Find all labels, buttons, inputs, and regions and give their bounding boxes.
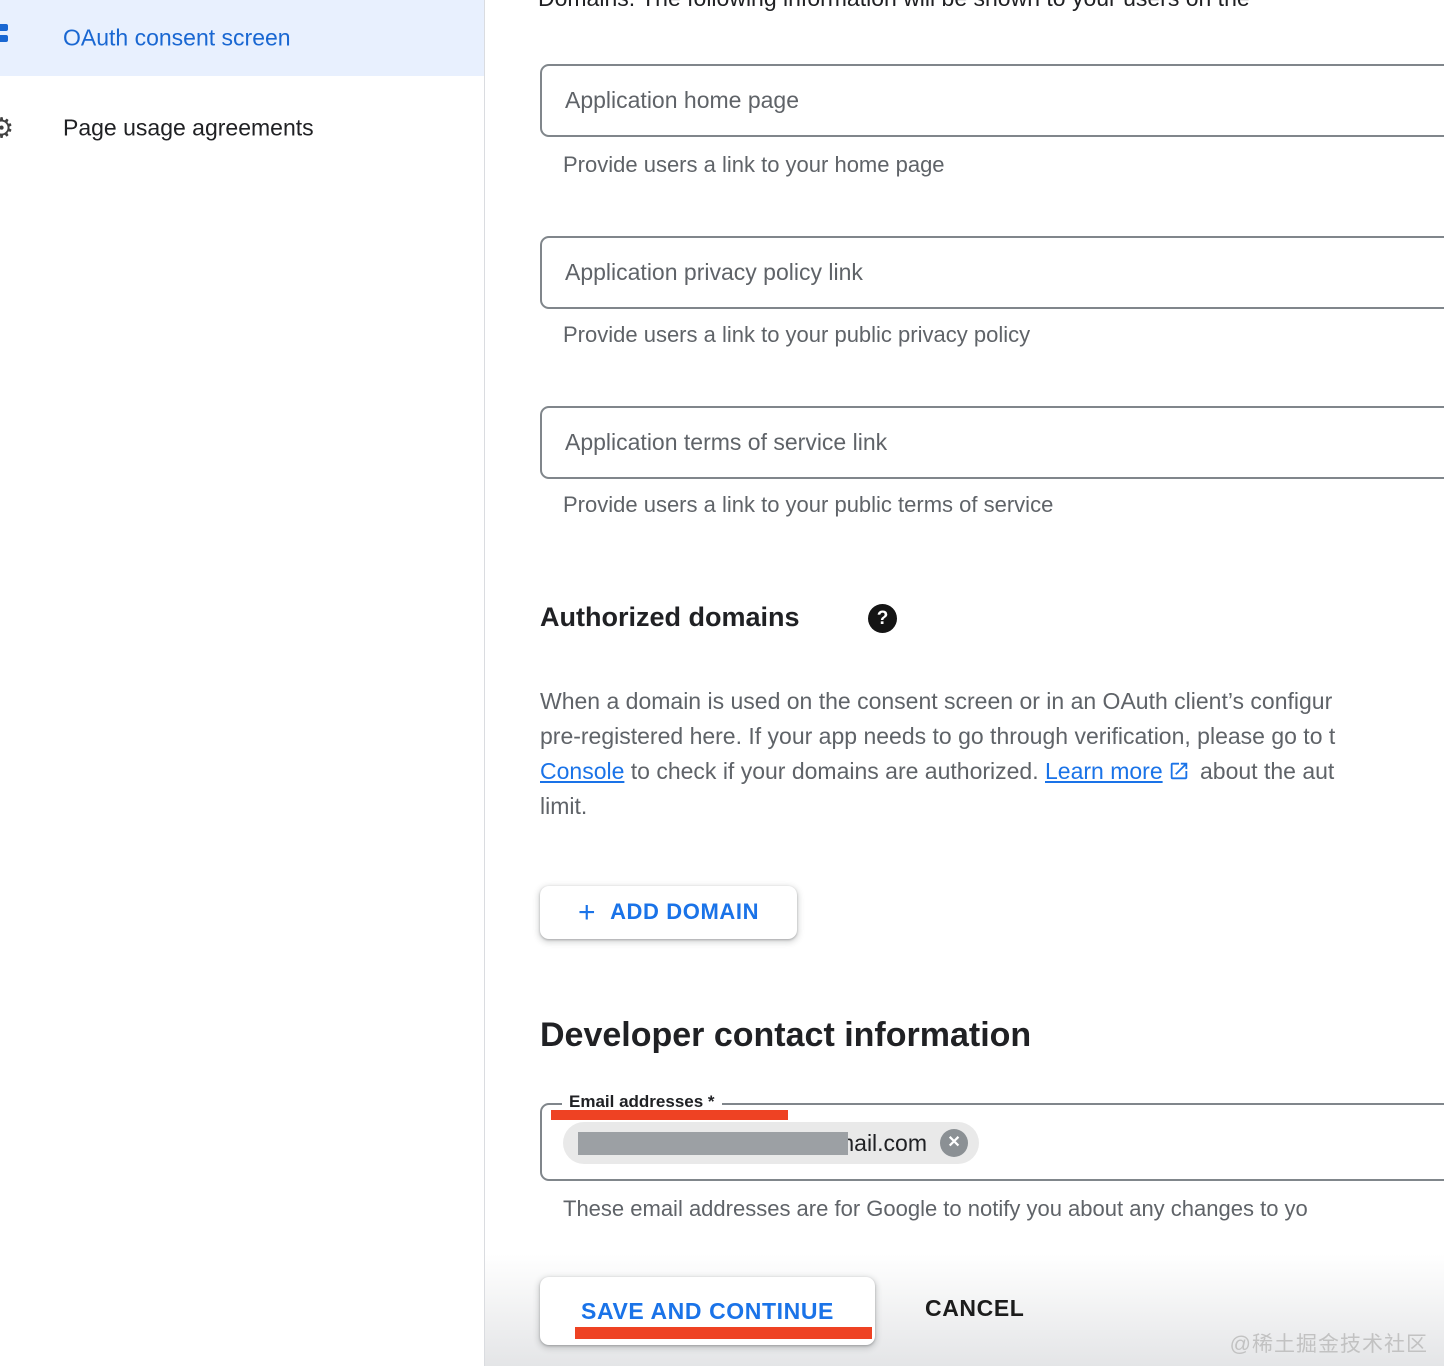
add-domain-label: ADD DOMAIN (610, 899, 759, 924)
oauth-consent-config-page: OAuth consent screen ⚙ Page usage agreem… (0, 0, 1444, 1366)
add-domain-button[interactable]: + ADD DOMAIN (540, 886, 797, 939)
sidebar-item-page-usage-agreements[interactable]: ⚙ Page usage agreements (0, 90, 484, 166)
open-in-new-icon[interactable] (1168, 757, 1190, 779)
privacy-policy-helper-text: Provide users a link to your public priv… (563, 322, 1030, 348)
description-line: Console to check if your domains are aut… (540, 754, 1335, 789)
clipped-intro-text: Domains. The following information will … (538, 0, 1250, 12)
sidebar-item-label: OAuth consent screen (63, 25, 291, 52)
description-text: about the aut (1194, 758, 1335, 784)
authorized-domains-title: Authorized domains (540, 602, 800, 633)
save-button-label: SAVE AND CONTINUE (581, 1298, 834, 1324)
email-addresses-field[interactable]: Email addresses * mail.com ✕ (540, 1103, 1444, 1181)
oauth-consent-icon (0, 24, 8, 46)
sidebar-item-label: Page usage agreements (63, 115, 314, 142)
email-chip: mail.com ✕ (563, 1122, 979, 1164)
email-helper-text: These email addresses are for Google to … (563, 1196, 1308, 1222)
application-home-page-input[interactable] (542, 66, 1444, 135)
privacy-policy-field (540, 236, 1444, 309)
console-link[interactable]: Console (540, 758, 624, 784)
application-home-page-field (540, 64, 1444, 137)
sidebar-item-oauth-consent-screen[interactable]: OAuth consent screen (0, 0, 484, 76)
settings-sidebar: OAuth consent screen ⚙ Page usage agreem… (0, 0, 485, 1366)
terms-of-service-field (540, 406, 1444, 479)
description-line: limit. (540, 789, 1335, 824)
cancel-button[interactable]: CANCEL (925, 1295, 1024, 1322)
description-line: pre-registered here. If your app needs t… (540, 719, 1335, 754)
question-mark-circle-icon[interactable]: ? (868, 604, 897, 633)
watermark-text: @稀土掘金技术社区 (1230, 1328, 1428, 1358)
email-addresses-label: Email addresses * (562, 1092, 722, 1112)
red-highlight-annotation (551, 1110, 788, 1120)
red-underline-annotation (575, 1327, 872, 1339)
terms-of-service-helper-text: Provide users a link to your public term… (563, 492, 1053, 518)
description-line: When a domain is used on the consent scr… (540, 684, 1335, 719)
description-text: to check if your domains are authorized. (624, 758, 1045, 784)
terms-of-service-input[interactable] (542, 408, 1444, 477)
authorized-domains-description: When a domain is used on the consent scr… (540, 684, 1335, 824)
plus-icon: + (578, 896, 596, 929)
save-and-continue-button[interactable]: SAVE AND CONTINUE (540, 1277, 875, 1345)
developer-contact-title: Developer contact information (540, 1016, 1031, 1055)
cancel-button-label: CANCEL (925, 1295, 1024, 1321)
home-page-helper-text: Provide users a link to your home page (563, 152, 945, 178)
redaction-bar (578, 1132, 848, 1155)
learn-more-link[interactable]: Learn more (1045, 758, 1163, 784)
gear-icon: ⚙ (0, 112, 14, 145)
privacy-policy-input[interactable] (542, 238, 1444, 307)
chip-remove-icon[interactable]: ✕ (940, 1129, 968, 1157)
email-chip-text: mail.com (835, 1130, 927, 1157)
